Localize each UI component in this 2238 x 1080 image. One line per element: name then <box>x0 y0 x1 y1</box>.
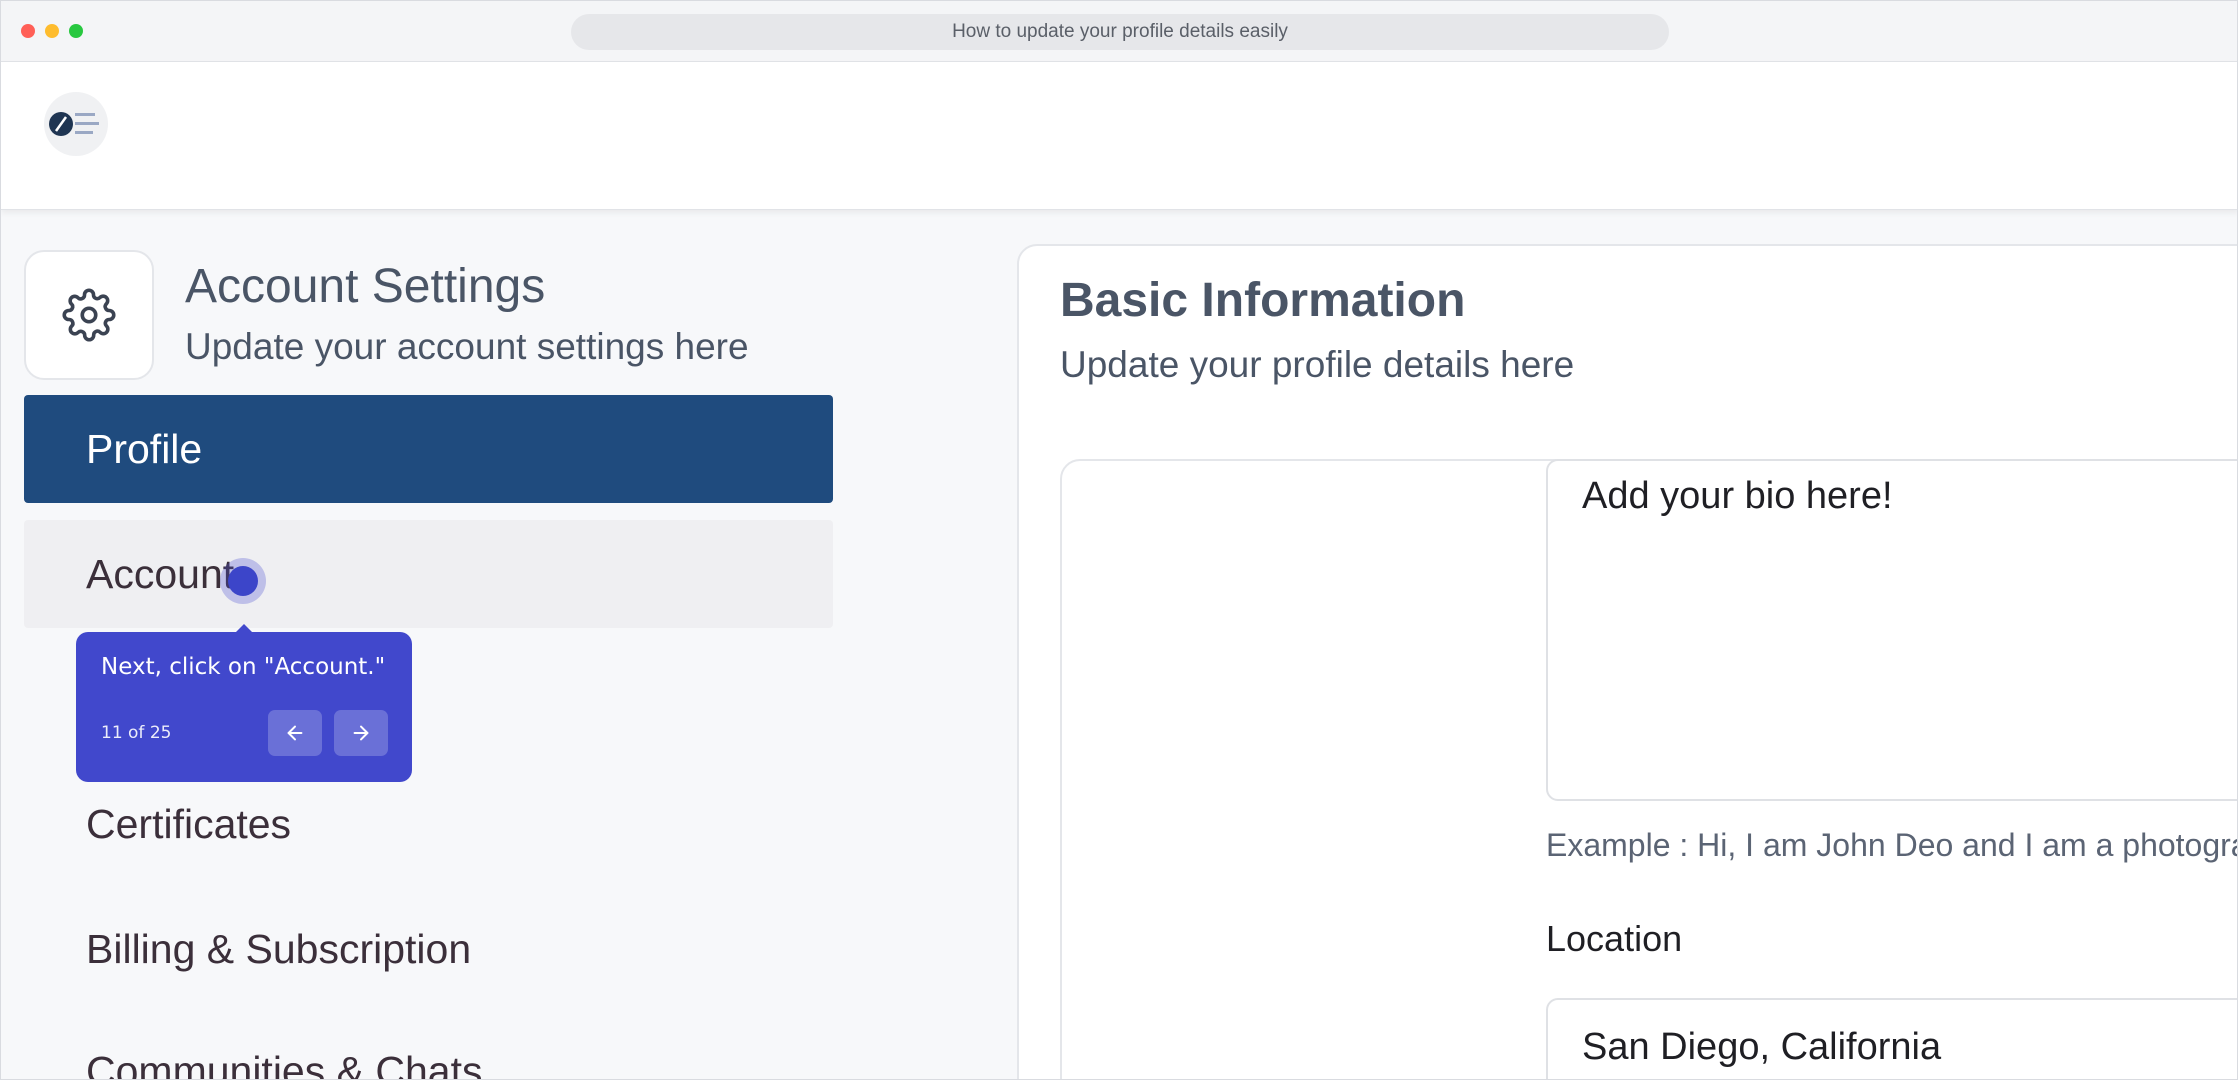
tour-cursor-dot <box>228 566 258 596</box>
card-title: Basic Information <box>1060 274 1466 327</box>
bio-example-hint: Example : Hi, I am John Deo and I am a p… <box>1546 827 2238 863</box>
location-value: San Diego, California <box>1582 1026 1942 1068</box>
nav-item-certificates[interactable]: Certificates <box>24 784 833 864</box>
tooltip-next-button[interactable] <box>334 710 388 756</box>
logo-icon <box>49 112 99 136</box>
arrow-left-icon <box>287 725 303 741</box>
title-bar: How to update your profile details easil… <box>1 1 2237 62</box>
nav-item-profile[interactable]: Profile <box>24 395 833 503</box>
close-window-button[interactable] <box>21 24 35 38</box>
tour-tooltip: Next, click on "Account." 11 of 25 <box>76 632 412 782</box>
company-logo[interactable] <box>44 92 108 156</box>
window-title: How to update your profile details easil… <box>571 14 1669 50</box>
card-subtitle: Update your profile details here <box>1060 344 1575 385</box>
arrow-right-icon <box>353 725 369 741</box>
location-label: Location <box>1546 918 1683 959</box>
nav-item-communities-chats[interactable]: Communities & Chats <box>24 1031 833 1080</box>
settings-title: Account Settings <box>185 260 546 313</box>
gear-icon <box>62 288 116 342</box>
maximize-window-button[interactable] <box>69 24 83 38</box>
tooltip-step-counter: 11 of 25 <box>101 723 172 743</box>
minimize-window-button[interactable] <box>45 24 59 38</box>
settings-icon-box <box>24 250 154 380</box>
browser-window: How to update your profile details easil… <box>0 0 2238 1080</box>
bio-placeholder: Add your bio here! <box>1582 475 1893 517</box>
nav-item-account[interactable]: Account <box>24 520 833 628</box>
nav-item-billing-subscription[interactable]: Billing & Subscription <box>24 909 833 989</box>
app-header <box>1 62 2237 210</box>
settings-subtitle: Update your account settings here <box>185 326 749 367</box>
tooltip-message: Next, click on "Account." <box>101 654 386 680</box>
tooltip-prev-button[interactable] <box>268 710 322 756</box>
